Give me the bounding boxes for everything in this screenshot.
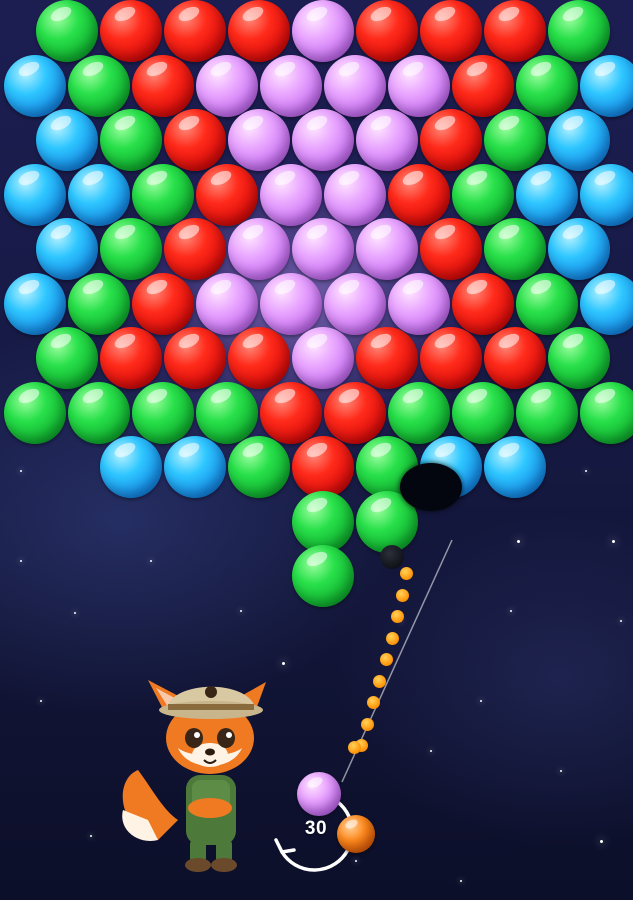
trajectory-dot: [361, 718, 374, 731]
trajectory-dot: [396, 589, 409, 602]
trajectory-dot: [348, 741, 361, 754]
aim-guide-line: [341, 539, 453, 783]
moves-counter: 30: [304, 818, 328, 839]
trajectory-dot: [391, 610, 404, 623]
aim-target-ball: [380, 545, 404, 569]
trajectory-dot: [367, 696, 380, 709]
trajectory-dot: [400, 567, 413, 580]
trajectory-dot: [386, 632, 399, 645]
game-board[interactable]: 30: [0, 0, 633, 900]
trajectory-dot: [373, 675, 386, 688]
trajectory-dot: [380, 653, 393, 666]
fox-mascot-icon: [122, 680, 266, 872]
next-bubble[interactable]: [337, 815, 375, 853]
current-shooter-bubble[interactable]: [297, 772, 341, 816]
